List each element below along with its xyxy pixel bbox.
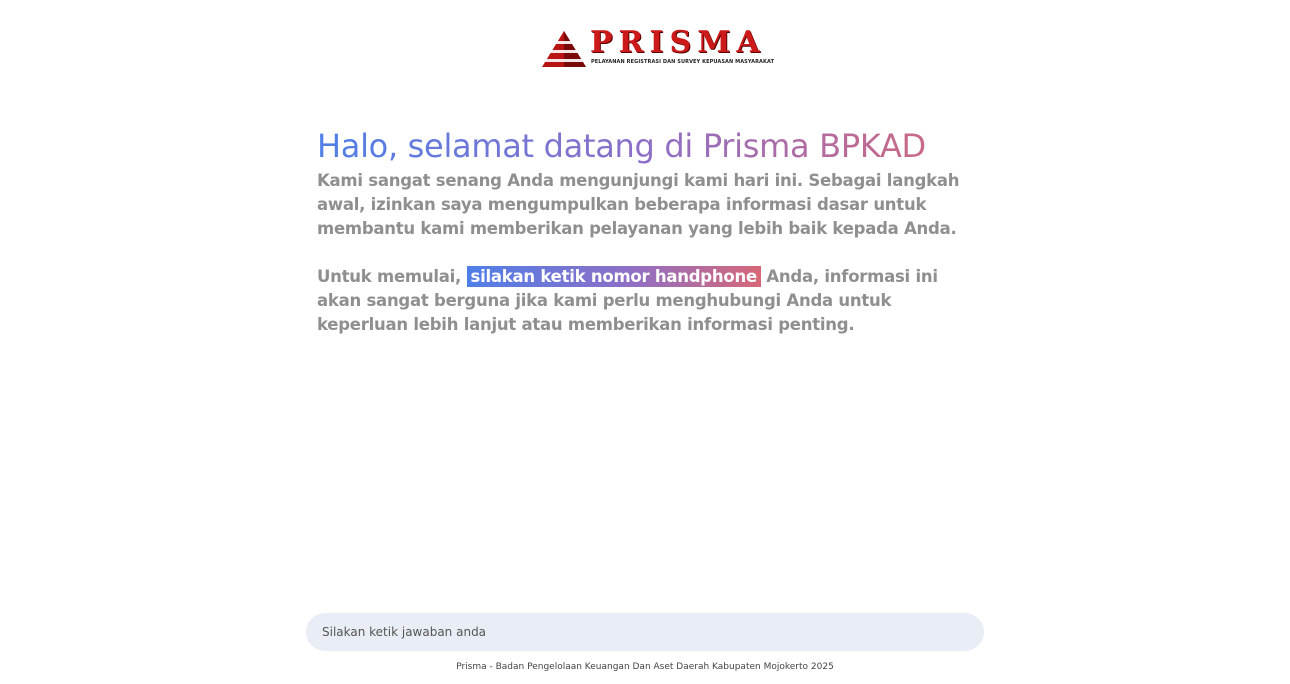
welcome-headline: Halo, selamat datang di Prisma BPKAD bbox=[317, 123, 985, 169]
page: PRISMA PELAYANAN REGISTRASI DAN SURVEY K… bbox=[0, 0, 1290, 684]
intro-paragraph: Kami sangat senang Anda mengunjungi kami… bbox=[317, 171, 960, 238]
logo-wordmark: PRISMA bbox=[590, 25, 766, 60]
instruction-highlight: silakan ketik nomor handphone bbox=[466, 266, 761, 287]
welcome-message: Halo, selamat datang di Prisma BPKAD Kam… bbox=[317, 123, 985, 337]
instruction-prefix: Untuk memulai, bbox=[317, 267, 467, 286]
pyramid-logo-icon bbox=[541, 31, 587, 67]
prisma-logo: PRISMA PELAYANAN REGISTRASI DAN SURVEY K… bbox=[540, 26, 774, 69]
answer-input[interactable] bbox=[306, 613, 984, 651]
footer-text: Prisma - Badan Pengelolaan Keuangan Dan … bbox=[456, 662, 834, 672]
logo-tagline: PELAYANAN REGISTRASI DAN SURVEY KEPUASAN… bbox=[591, 59, 775, 65]
instruction-paragraph: Untuk memulai, silakan ketik nomor handp… bbox=[317, 265, 985, 337]
